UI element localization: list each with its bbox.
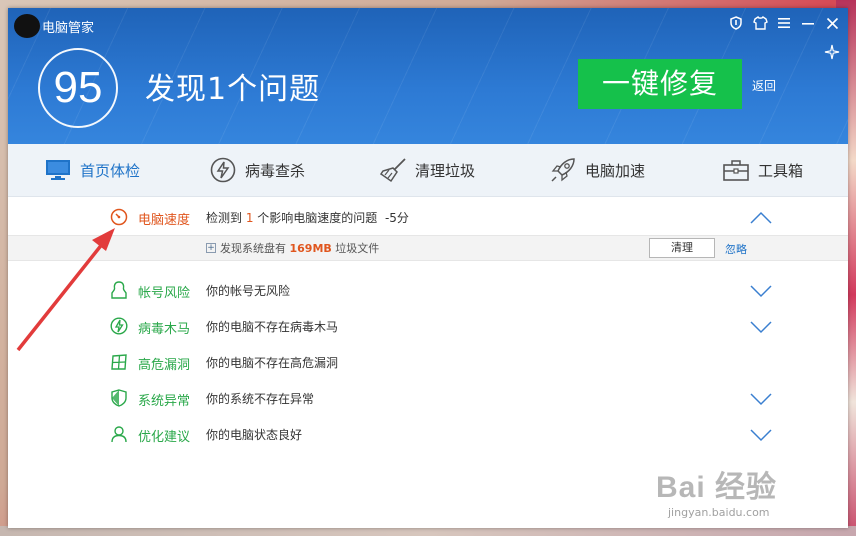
app-title: 电脑管家	[42, 21, 95, 36]
tab-label: 病毒查杀	[245, 161, 306, 180]
tab-clean-junk[interactable]: 清理垃圾	[379, 144, 475, 196]
scan-result-headline: 发现1个问题	[145, 72, 321, 107]
windows-icon	[110, 353, 128, 371]
tab-home-checkup[interactable]: 首页体检	[44, 144, 140, 196]
clean-button[interactable]: 清理	[649, 238, 715, 258]
person-icon	[110, 425, 128, 443]
tab-label: 电脑加速	[585, 161, 646, 180]
system-shield-icon	[110, 389, 128, 407]
check-row-account[interactable]: 帐号风险 你的帐号无风险	[8, 273, 848, 309]
expand-plus-icon[interactable]: +	[206, 243, 216, 253]
shield-icon[interactable]	[728, 15, 744, 31]
tab-label: 工具箱	[758, 161, 804, 180]
check-desc: 你的电脑不存在高危漏洞	[206, 356, 339, 370]
health-score: 95	[38, 48, 118, 128]
one-click-fix-button[interactable]: 一键修复	[578, 59, 742, 109]
check-desc: 检测到 1 个影响电脑速度的问题 -5分	[206, 211, 409, 225]
tab-label: 清理垃圾	[415, 161, 476, 180]
back-link[interactable]: 返回	[752, 77, 776, 94]
minimize-icon[interactable]	[800, 15, 816, 31]
expand-chevron-icon[interactable]	[750, 391, 772, 406]
check-name: 帐号风险	[138, 286, 191, 301]
check-desc: 你的系统不存在异常	[206, 392, 315, 406]
lightning-shield-icon	[209, 156, 237, 184]
check-name: 优化建议	[138, 430, 191, 445]
check-desc: 你的帐号无风险	[206, 284, 291, 298]
collapse-chevron-icon[interactable]	[750, 210, 772, 224]
rocket-icon	[549, 156, 577, 184]
baidu-watermark: Bai 经验 jingyan.baidu.com	[656, 462, 846, 526]
check-row-system[interactable]: 系统异常 你的系统不存在异常	[8, 381, 848, 417]
app-window: 电脑管家 95 发现1个问题 一键修复 返回 首页体检 病毒查杀 清理垃圾 电脑…	[8, 8, 848, 528]
expand-chevron-icon[interactable]	[750, 283, 772, 298]
check-desc: 你的电脑不存在病毒木马	[206, 320, 339, 334]
tab-speed-up[interactable]: 电脑加速	[549, 144, 645, 196]
watermark-logo: Bai 经验	[656, 471, 778, 504]
title-bar-controls	[728, 15, 840, 31]
check-name: 电脑速度	[138, 213, 191, 228]
check-name: 系统异常	[138, 394, 191, 409]
check-name: 高危漏洞	[138, 358, 191, 373]
expand-chevron-icon[interactable]	[750, 319, 772, 334]
menu-icon[interactable]	[776, 15, 792, 31]
junk-files-text: 发现系统盘有 169MB 垃圾文件	[220, 242, 380, 255]
watermark-url: jingyan.baidu.com	[668, 506, 770, 519]
speedometer-icon	[110, 208, 128, 226]
toolbox-icon	[722, 156, 750, 184]
check-desc: 你的电脑状态良好	[206, 428, 303, 442]
close-icon[interactable]	[824, 15, 840, 31]
check-row-virus[interactable]: 病毒木马 你的电脑不存在病毒木马	[8, 309, 848, 345]
check-row-speed[interactable]: 电脑速度 检测到 1 个影响电脑速度的问题 -5分	[8, 200, 848, 236]
check-name: 病毒木马	[138, 322, 191, 337]
check-row-optimize[interactable]: 优化建议 你的电脑状态良好	[8, 417, 848, 453]
ignore-link[interactable]: 忽略	[725, 241, 747, 257]
main-tabs: 首页体检 病毒查杀 清理垃圾 电脑加速 工具箱	[8, 144, 848, 197]
tab-virus-scan[interactable]: 病毒查杀	[209, 144, 305, 196]
expand-chevron-icon[interactable]	[750, 427, 772, 442]
sparkle-icon[interactable]	[824, 44, 840, 64]
check-row-vulnerability[interactable]: 高危漏洞 你的电脑不存在高危漏洞	[8, 345, 848, 381]
virus-icon	[110, 317, 128, 335]
shirt-icon[interactable]	[752, 15, 768, 31]
monitor-icon	[44, 156, 72, 184]
app-logo-icon	[14, 14, 40, 38]
tab-toolbox[interactable]: 工具箱	[722, 144, 803, 196]
broom-icon	[379, 156, 407, 184]
speed-issue-subrow: + 发现系统盘有 169MB 垃圾文件 清理 忽略	[8, 235, 848, 261]
tab-label: 首页体检	[80, 161, 141, 180]
header-banner: 电脑管家 95 发现1个问题 一键修复 返回	[8, 8, 848, 144]
user-shield-icon	[110, 281, 128, 299]
